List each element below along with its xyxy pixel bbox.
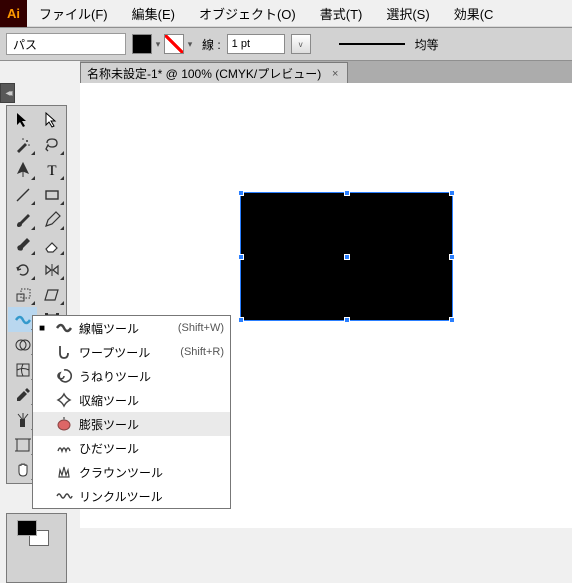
flyout-label: 収縮ツール xyxy=(79,392,218,409)
flyout-label: リンクルツール xyxy=(79,488,218,505)
scallop-tool-icon xyxy=(55,439,73,457)
type-tool[interactable]: T xyxy=(37,157,66,182)
pucker-tool-icon xyxy=(55,391,73,409)
flyout-label: クラウンツール xyxy=(79,464,218,481)
selection-type-label: パス xyxy=(6,33,126,55)
crystallize-tool-icon xyxy=(55,463,73,481)
direct-selection-tool[interactable] xyxy=(37,107,66,132)
control-bar: パス ▾ ▾ 線 : v 均等 xyxy=(0,27,572,61)
magic-wand-tool[interactable] xyxy=(8,132,37,157)
stroke-weight-input[interactable] xyxy=(227,34,285,54)
scale-tool[interactable] xyxy=(8,282,37,307)
menu-edit[interactable]: 編集(E) xyxy=(120,0,187,28)
menu-select[interactable]: 選択(S) xyxy=(374,0,441,28)
stroke-swatch[interactable] xyxy=(164,34,184,54)
document-tab[interactable]: 名称未設定-1* @ 100% (CMYK/プレビュー) × xyxy=(80,62,348,84)
document-tab-bar: 名称未設定-1* @ 100% (CMYK/プレビュー) × xyxy=(80,61,572,83)
flyout-item-warp[interactable]: ワープツール (Shift+R) xyxy=(33,340,230,364)
fill-stroke-swatches[interactable]: ▾ ▾ xyxy=(132,34,196,54)
flyout-label: ひだツール xyxy=(79,440,218,457)
fill-dropdown-icon[interactable]: ▾ xyxy=(152,34,164,54)
fill-color-box[interactable] xyxy=(17,520,37,536)
toolbox-color xyxy=(6,513,67,583)
menu-object[interactable]: オブジェクト(O) xyxy=(187,0,308,28)
rectangle-tool[interactable] xyxy=(37,182,66,207)
document-tab-title: 名称未設定-1* @ 100% (CMYK/プレビュー) xyxy=(87,65,321,82)
tool-flyout-menu: ■ 線幅ツール (Shift+W) ワープツール (Shift+R) うねりツー… xyxy=(32,315,231,509)
flyout-shortcut: (Shift+W) xyxy=(178,322,224,334)
flyout-item-width[interactable]: ■ 線幅ツール (Shift+W) xyxy=(33,316,230,340)
reflect-tool[interactable] xyxy=(37,257,66,282)
panel-collapse-button[interactable]: ◂◂ xyxy=(0,83,15,103)
selection-tool[interactable] xyxy=(8,107,37,132)
app-logo: Ai xyxy=(0,0,27,27)
fill-stroke-indicator[interactable] xyxy=(17,520,51,548)
warp-tool-icon xyxy=(55,343,73,361)
flyout-label: 膨張ツール xyxy=(79,416,218,433)
pen-tool[interactable] xyxy=(8,157,37,182)
flyout-current-marker: ■ xyxy=(39,323,49,334)
twirl-tool-icon xyxy=(55,367,73,385)
stroke-label: 線 : xyxy=(202,36,221,53)
blob-brush-tool[interactable] xyxy=(8,232,37,257)
document-tab-close-icon[interactable]: × xyxy=(329,68,341,80)
menu-effect[interactable]: 効果(C xyxy=(442,0,506,28)
flyout-item-bloat[interactable]: 膨張ツール xyxy=(33,412,230,436)
svg-text:T: T xyxy=(47,163,56,179)
lasso-tool[interactable] xyxy=(37,132,66,157)
flyout-item-wrinkle[interactable]: リンクルツール xyxy=(33,484,230,508)
stroke-profile-preview[interactable] xyxy=(339,43,405,47)
flyout-item-twirl[interactable]: うねりツール xyxy=(33,364,230,388)
fill-swatch[interactable] xyxy=(132,34,152,54)
eraser-tool[interactable] xyxy=(37,232,66,257)
rotate-tool[interactable] xyxy=(8,257,37,282)
shear-tool[interactable] xyxy=(37,282,66,307)
flyout-label: 線幅ツール xyxy=(79,320,172,337)
paintbrush-tool[interactable] xyxy=(8,207,37,232)
flyout-shortcut: (Shift+R) xyxy=(180,346,224,358)
stroke-profile-label[interactable]: 均等 xyxy=(411,36,443,53)
rectangle-shape[interactable] xyxy=(241,193,452,320)
stroke-dropdown-icon[interactable]: ▾ xyxy=(184,34,196,54)
flyout-item-pucker[interactable]: 収縮ツール xyxy=(33,388,230,412)
flyout-item-crystallize[interactable]: クラウンツール xyxy=(33,460,230,484)
width-tool-icon xyxy=(55,319,73,337)
flyout-label: うねりツール xyxy=(79,368,218,385)
wrinkle-tool-icon xyxy=(55,487,73,505)
line-tool[interactable] xyxy=(8,182,37,207)
menu-type[interactable]: 書式(T) xyxy=(308,0,375,28)
flyout-item-scallop[interactable]: ひだツール xyxy=(33,436,230,460)
menu-file[interactable]: ファイル(F) xyxy=(27,0,120,28)
flyout-label: ワープツール xyxy=(79,344,174,361)
bloat-tool-icon xyxy=(55,415,73,433)
stroke-weight-stepper[interactable]: v xyxy=(291,34,311,54)
pencil-tool[interactable] xyxy=(37,207,66,232)
